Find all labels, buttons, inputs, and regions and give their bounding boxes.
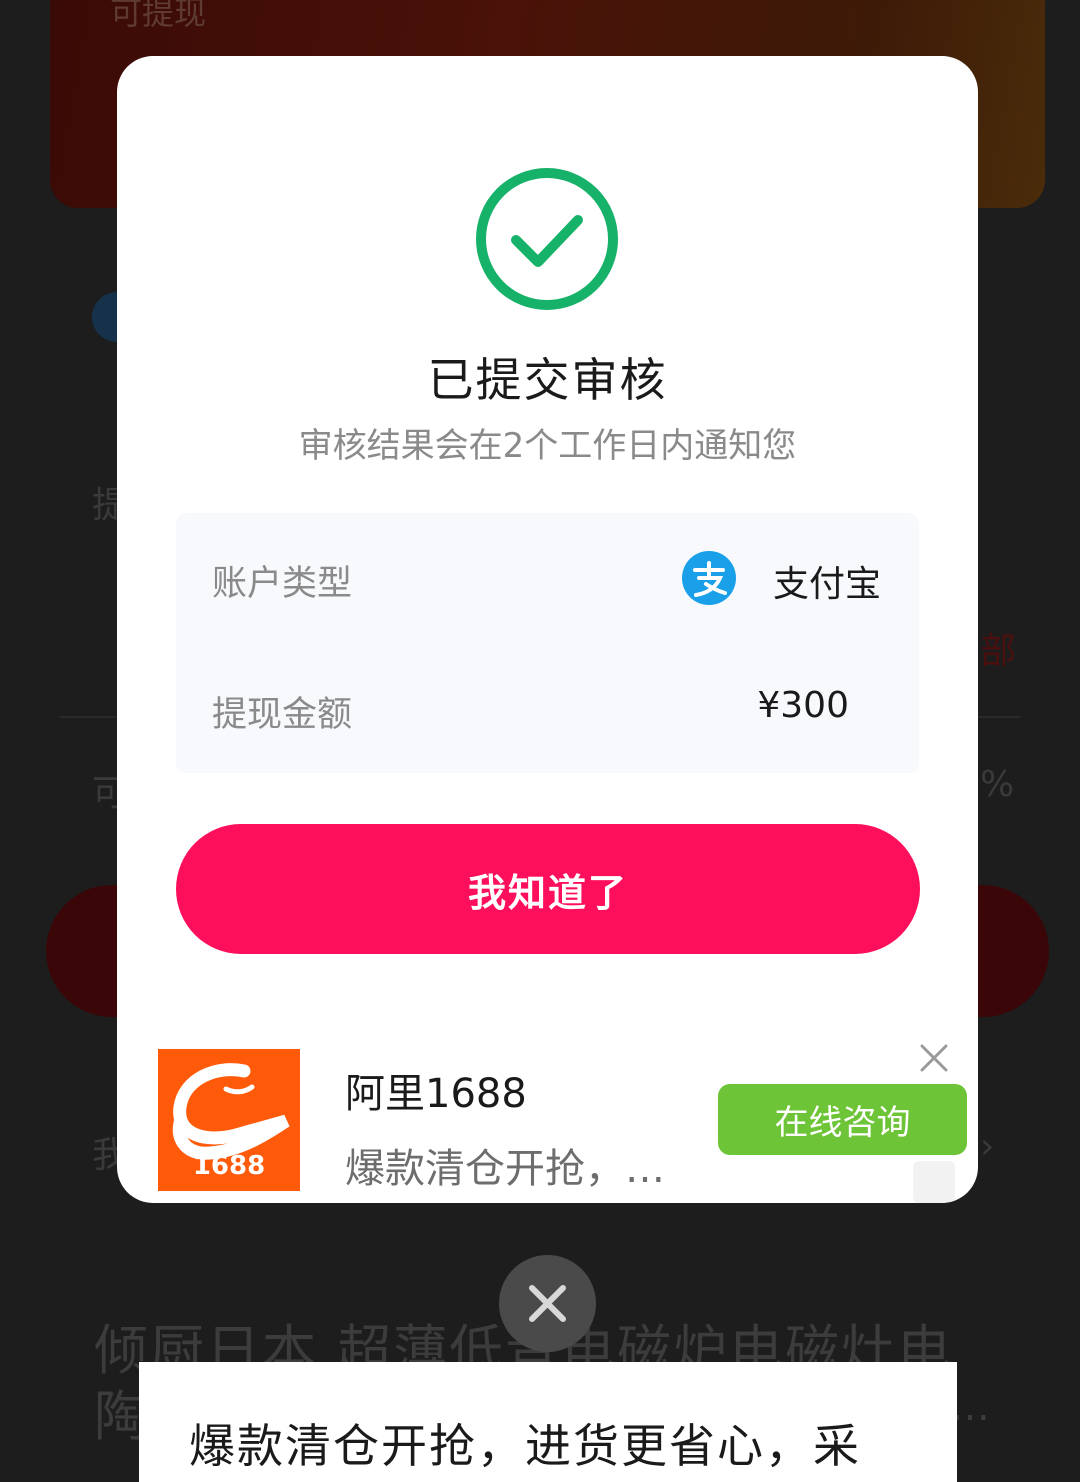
check-circle-icon — [476, 168, 618, 310]
background-text-fragment: 部 — [980, 631, 1017, 672]
bottom-ad-sheet[interactable]: 爆款清仓开抢，进货更省心，采 — [139, 1362, 957, 1482]
ad-description[interactable]: 爆款清仓开抢，… — [345, 1136, 665, 1194]
withdraw-amount-label: 提现金额 — [212, 695, 353, 735]
online-consult-button[interactable]: 在线咨询 — [718, 1084, 967, 1155]
withdraw-amount-value: ¥300 — [757, 685, 849, 726]
close-icon — [529, 1285, 566, 1322]
background-text-fragment: % — [980, 764, 1015, 805]
account-type-label: 账户类型 — [212, 564, 353, 604]
dialog-title: 已提交审核 — [427, 353, 668, 407]
got-it-button[interactable]: 我知道了 — [176, 824, 920, 954]
background-chevron-icon: › — [980, 1126, 995, 1167]
alipay-icon — [682, 551, 736, 605]
submit-success-dialog: 已提交审核 审核结果会在2个工作日内通知您 账户类型 支付宝 提现金额 ¥300… — [117, 56, 978, 1203]
ad-logo-text: 1688 — [192, 1151, 266, 1181]
ad-mark-icon — [913, 1161, 955, 1203]
bottom-ad-text: 爆款清仓开抢，进货更省心，采 — [189, 1419, 861, 1473]
account-type-value: 支付宝 — [773, 564, 882, 605]
close-icon[interactable] — [917, 1041, 951, 1075]
dialog-subtitle: 审核结果会在2个工作日内通知您 — [298, 426, 797, 466]
ad-logo[interactable]: 1688 — [158, 1049, 300, 1191]
background-banner-title: 可提现 — [110, 0, 207, 32]
ad-title[interactable]: 阿里1688 — [345, 1061, 527, 1119]
withdraw-info-card: 账户类型 支付宝 提现金额 ¥300 — [176, 513, 919, 773]
dialog-close-button[interactable] — [499, 1255, 596, 1352]
